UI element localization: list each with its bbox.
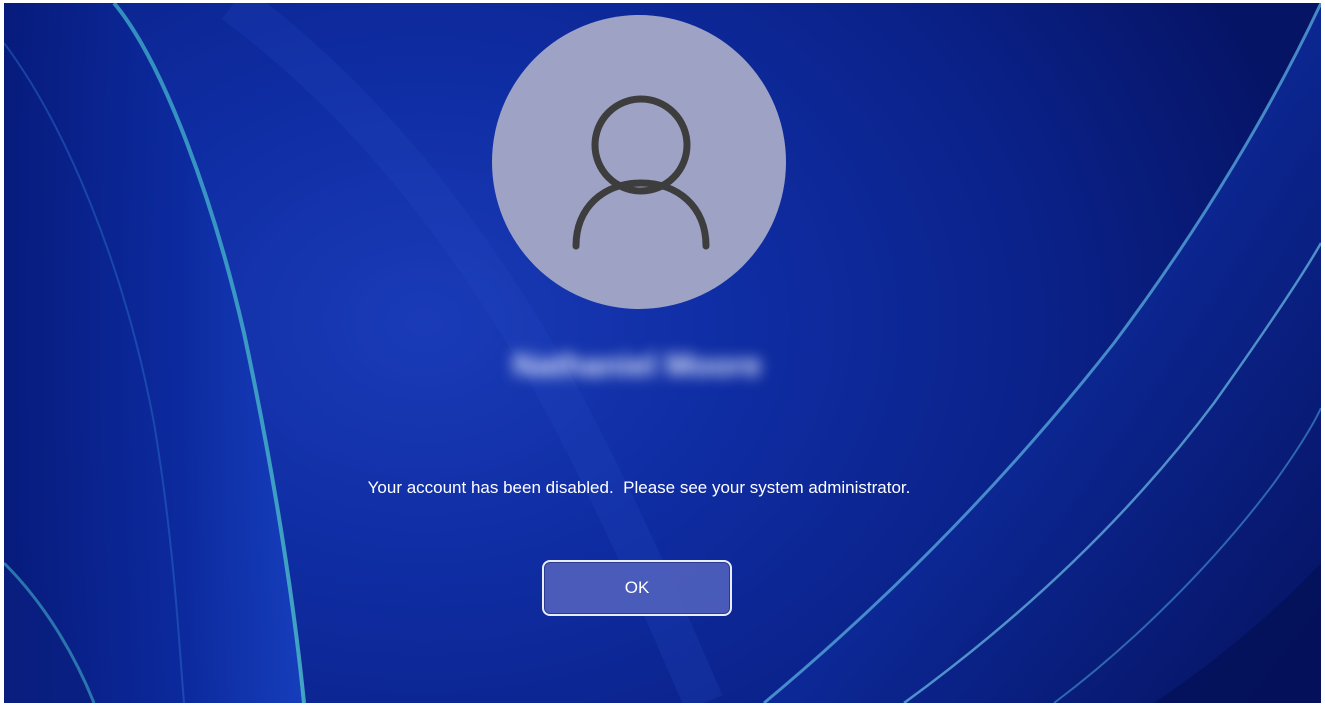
account-disabled-message: Your account has been disabled. Please s… [367,478,911,497]
user-avatar [492,15,786,309]
user-name: Nathaniel Moore [512,347,762,383]
lock-screen: Nathaniel Moore Your account has been di… [4,3,1321,703]
user-silhouette-icon [572,95,710,250]
ok-button[interactable]: OK [542,560,732,616]
